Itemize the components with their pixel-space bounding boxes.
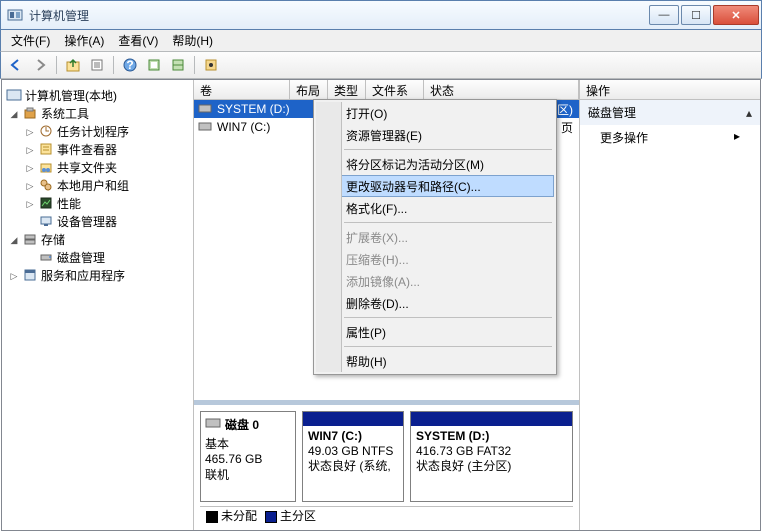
- tree-local-users[interactable]: ▷本地用户和组: [6, 176, 189, 194]
- col-layout[interactable]: 布局: [290, 80, 328, 99]
- ctx-mirror[interactable]: 添加镜像(A)...: [316, 270, 554, 292]
- disk-info[interactable]: 磁盘 0 基本 465.76 GB 联机: [200, 411, 296, 502]
- forward-button[interactable]: [29, 54, 51, 76]
- expander-icon[interactable]: ▷: [25, 163, 36, 174]
- maximize-button[interactable]: ☐: [681, 5, 711, 25]
- minimize-button[interactable]: —: [649, 5, 679, 25]
- tree-storage[interactable]: ◢存储: [6, 230, 189, 248]
- ctx-properties[interactable]: 属性(P): [316, 321, 554, 343]
- title-bar: 计算机管理 — ☐ ✕: [0, 0, 762, 30]
- tree-disk-management[interactable]: 磁盘管理: [6, 248, 189, 266]
- volume-icon: [198, 102, 214, 116]
- expander-icon[interactable]: ◢: [9, 109, 20, 120]
- expander-icon[interactable]: ▷: [25, 145, 36, 156]
- app-icon: [7, 7, 23, 23]
- expander-icon[interactable]: ▷: [9, 271, 20, 282]
- expander-icon[interactable]: ▷: [25, 127, 36, 138]
- ctx-shrink[interactable]: 压缩卷(H)...: [316, 248, 554, 270]
- menu-bar: 文件(F) 操作(A) 查看(V) 帮助(H): [0, 30, 762, 51]
- col-filesystem[interactable]: 文件系统: [366, 80, 424, 99]
- expander-icon[interactable]: ▷: [25, 181, 36, 192]
- partition-win7[interactable]: WIN7 (C:) 49.03 GB NTFS 状态良好 (系统,: [302, 411, 404, 502]
- context-menu: 打开(O) 资源管理器(E) 将分区标记为活动分区(M) 更改驱动器号和路径(C…: [313, 99, 557, 375]
- col-type[interactable]: 类型: [328, 80, 366, 99]
- ctx-help[interactable]: 帮助(H): [316, 350, 554, 372]
- ctx-mark-active[interactable]: 将分区标记为活动分区(M): [316, 153, 554, 175]
- chevron-right-icon: ▸: [734, 129, 740, 146]
- col-volume[interactable]: 卷: [194, 80, 290, 99]
- ctx-format[interactable]: 格式化(F)...: [316, 197, 554, 219]
- help-icon[interactable]: ?: [119, 54, 141, 76]
- up-button[interactable]: [62, 54, 84, 76]
- tree-shared-folders[interactable]: ▷共享文件夹: [6, 158, 189, 176]
- ctx-extend[interactable]: 扩展卷(X)...: [316, 226, 554, 248]
- legend: 未分配 主分区: [200, 506, 573, 524]
- actions-more[interactable]: 更多操作 ▸: [580, 125, 760, 150]
- properties-button[interactable]: [86, 54, 108, 76]
- ctx-delete[interactable]: 删除卷(D)...: [316, 292, 554, 314]
- menu-help[interactable]: 帮助(H): [166, 30, 219, 51]
- menu-file[interactable]: 文件(F): [5, 30, 56, 51]
- ctx-open[interactable]: 打开(O): [316, 102, 554, 124]
- volume-icon: [198, 120, 214, 134]
- ctx-change-letter[interactable]: 更改驱动器号和路径(C)...: [316, 175, 554, 197]
- disk-graphical: 磁盘 0 基本 465.76 GB 联机 WIN7 (C:) 49.03 GB …: [194, 400, 579, 530]
- window-buttons: — ☐ ✕: [647, 5, 759, 25]
- back-button[interactable]: [5, 54, 27, 76]
- tree-device-manager[interactable]: 设备管理器: [6, 212, 189, 230]
- view2-button[interactable]: [167, 54, 189, 76]
- svg-text:?: ?: [126, 58, 133, 72]
- settings-button[interactable]: [200, 54, 222, 76]
- expander-icon[interactable]: ▷: [25, 199, 36, 210]
- tree-performance[interactable]: ▷性能: [6, 194, 189, 212]
- expander-icon[interactable]: ◢: [9, 235, 20, 246]
- collapse-icon: ▴: [746, 106, 752, 120]
- nav-tree: 计算机管理(本地) ◢ 系统工具 ▷任务计划程序 ▷事件查看器 ▷共享文件夹 ▷…: [2, 84, 193, 286]
- tree-task-scheduler[interactable]: ▷任务计划程序: [6, 122, 189, 140]
- tree-pane: 计算机管理(本地) ◢ 系统工具 ▷任务计划程序 ▷事件查看器 ▷共享文件夹 ▷…: [2, 80, 194, 530]
- tree-root[interactable]: 计算机管理(本地): [6, 86, 189, 104]
- ctx-explorer[interactable]: 资源管理器(E): [316, 124, 554, 146]
- actions-title[interactable]: 磁盘管理 ▴: [580, 100, 760, 125]
- col-status[interactable]: 状态: [424, 80, 579, 99]
- column-headers: 卷 布局 类型 文件系统 状态: [194, 80, 579, 100]
- window-title: 计算机管理: [29, 7, 647, 24]
- menu-action[interactable]: 操作(A): [58, 30, 110, 51]
- tree-event-viewer[interactable]: ▷事件查看器: [6, 140, 189, 158]
- actions-header: 操作: [580, 80, 760, 100]
- toolbar: ?: [0, 51, 762, 79]
- menu-view[interactable]: 查看(V): [112, 30, 164, 51]
- tree-services-apps[interactable]: ▷服务和应用程序: [6, 266, 189, 284]
- actions-pane: 操作 磁盘管理 ▴ 更多操作 ▸: [580, 80, 760, 530]
- close-button[interactable]: ✕: [713, 5, 759, 25]
- partition-system[interactable]: SYSTEM (D:) 416.73 GB FAT32 状态良好 (主分区): [410, 411, 573, 502]
- tree-systools[interactable]: ◢ 系统工具: [6, 104, 189, 122]
- view-button[interactable]: [143, 54, 165, 76]
- disk-icon: [205, 416, 221, 433]
